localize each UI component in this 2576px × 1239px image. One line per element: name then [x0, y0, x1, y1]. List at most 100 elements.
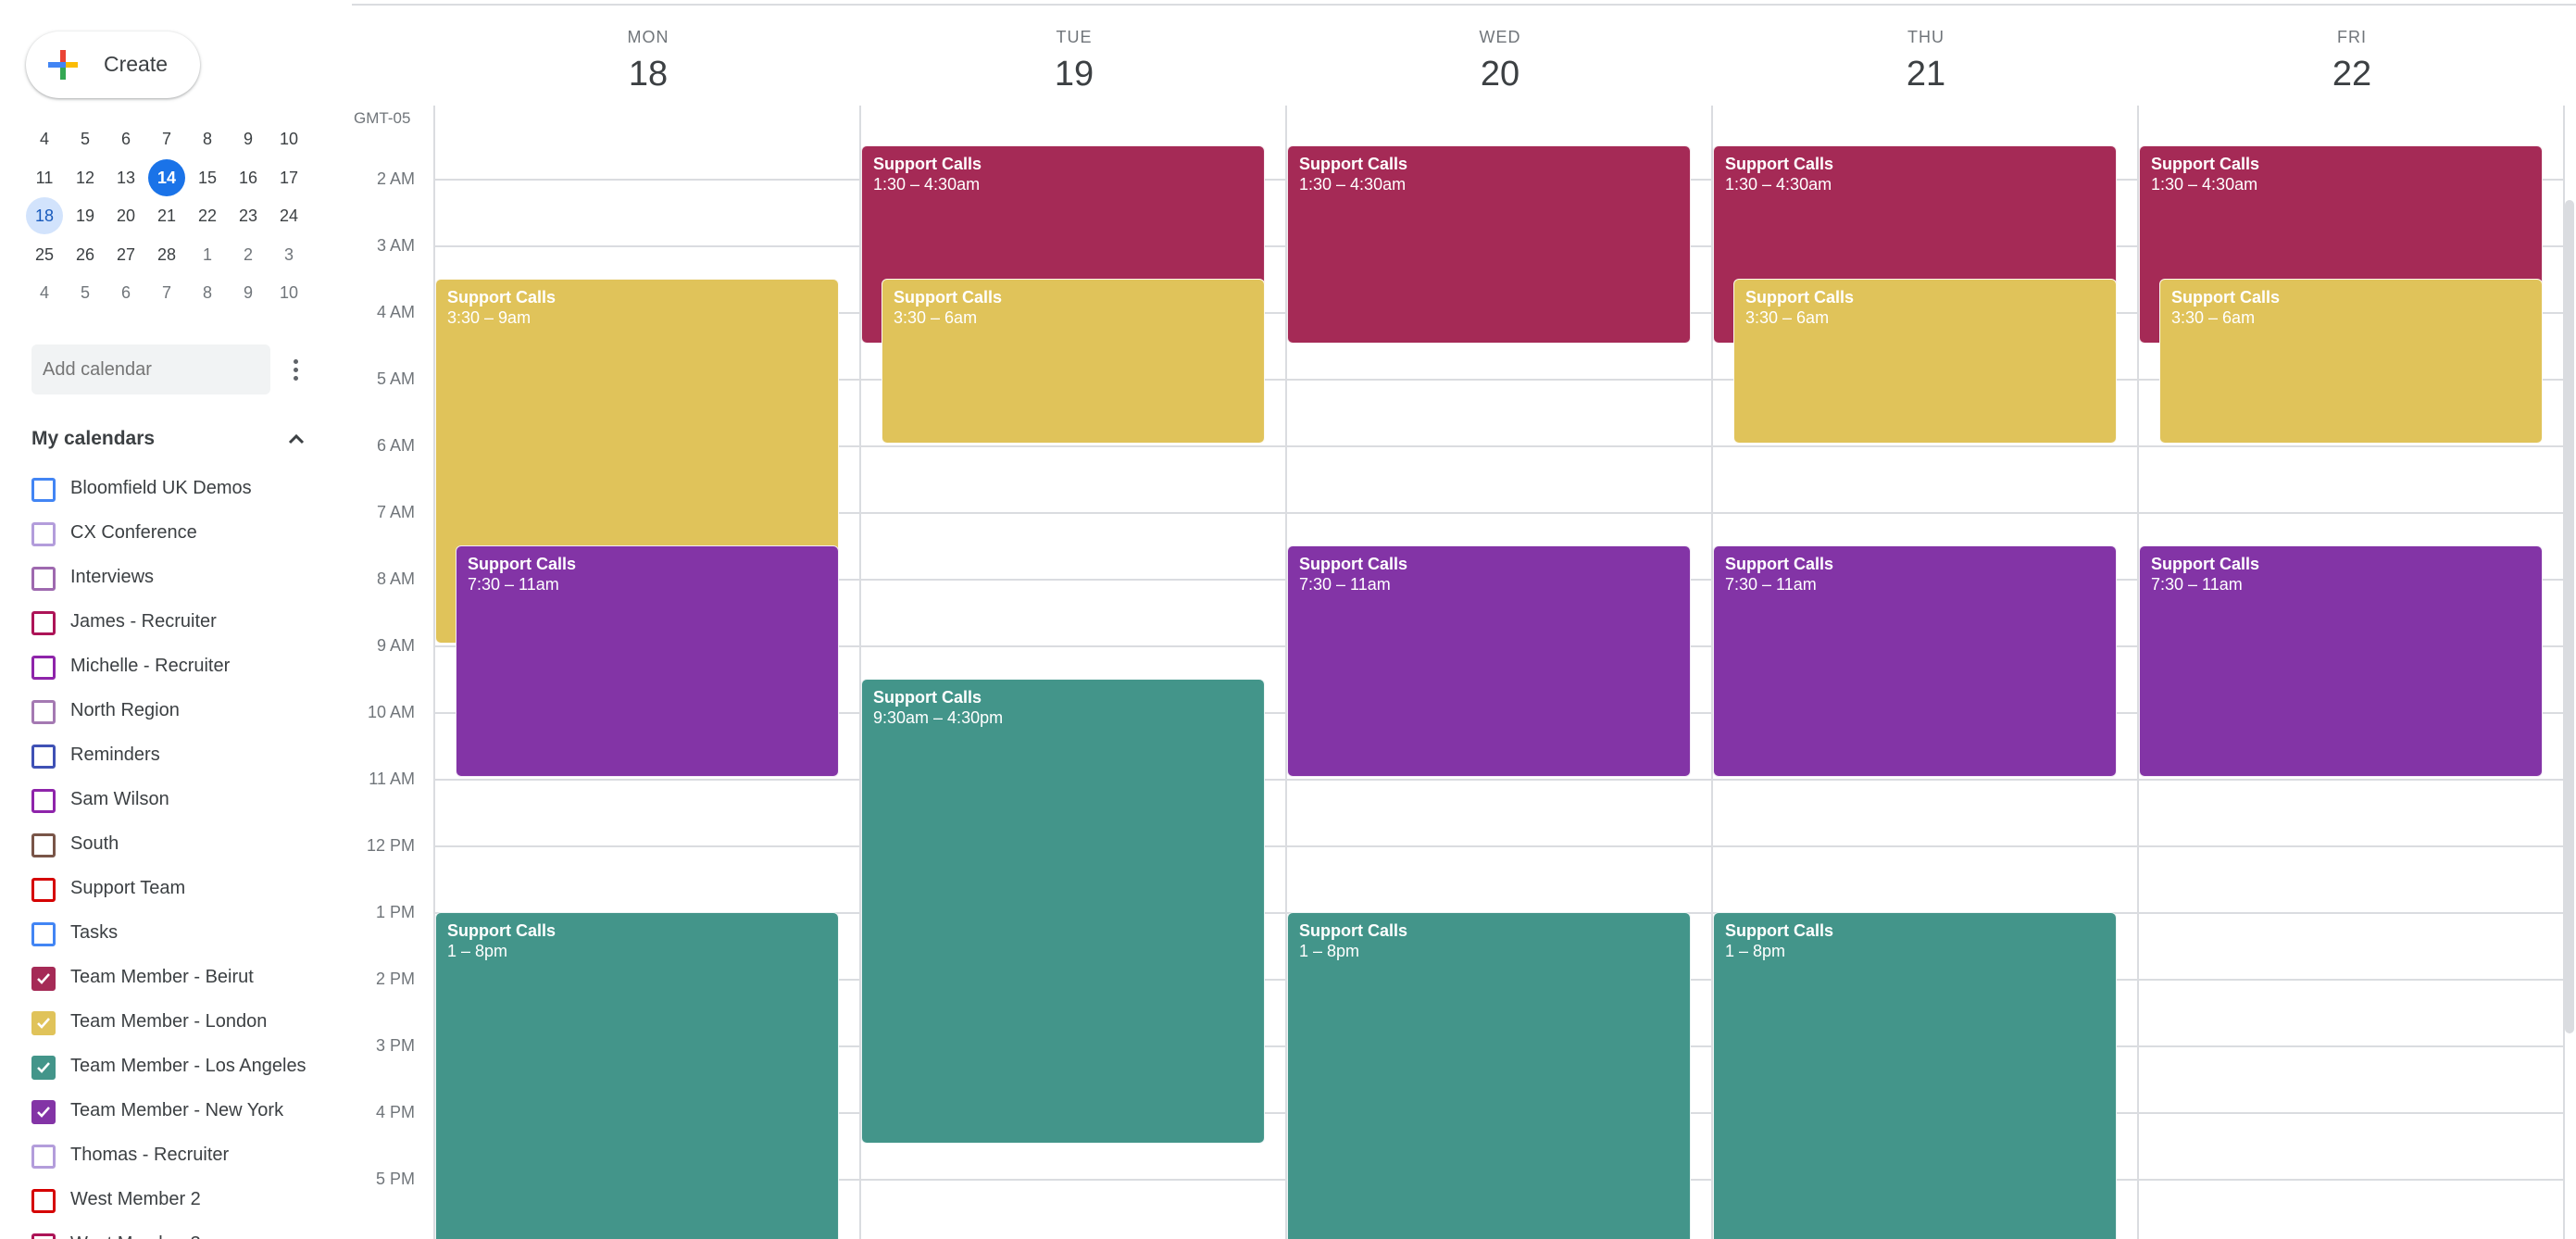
mini-calendar-day[interactable]: 20	[107, 197, 144, 234]
day-header[interactable]: TUE 19	[861, 28, 1287, 94]
checkbox-icon[interactable]	[31, 922, 56, 946]
calendar-item[interactable]: Team Member - Los Angeles	[31, 1046, 328, 1087]
mini-calendar-day[interactable]: 14	[148, 158, 185, 196]
mini-calendar-day[interactable]: 6	[107, 120, 144, 157]
scrollbar[interactable]	[2565, 200, 2574, 1033]
mini-calendar-day[interactable]: 5	[67, 120, 104, 157]
calendar-item[interactable]: West Member 3	[31, 1224, 328, 1239]
day-number-label[interactable]: 19	[861, 55, 1287, 94]
week-grid[interactable]: Support Calls 3:30 – 9am Support Calls 7:30…	[433, 106, 2565, 1239]
mini-calendar-day[interactable]: 19	[67, 197, 104, 234]
checkbox-checked-icon[interactable]	[31, 1011, 56, 1035]
calendar-event[interactable]: Support Calls 1 – 8pm	[1713, 912, 2117, 1239]
mini-calendar-day[interactable]: 2	[230, 236, 267, 273]
calendar-item[interactable]: Interviews	[31, 557, 328, 598]
calendar-item[interactable]: Sam Wilson	[31, 780, 328, 820]
calendar-item[interactable]: Reminders	[31, 735, 328, 776]
calendar-item[interactable]: Team Member - Beirut	[31, 957, 328, 998]
checkbox-icon[interactable]	[31, 478, 56, 502]
mini-calendar-day[interactable]: 27	[107, 236, 144, 273]
checkbox-icon[interactable]	[31, 611, 56, 635]
my-calendars-header[interactable]: My calendars	[31, 422, 309, 456]
checkbox-icon[interactable]	[31, 700, 56, 724]
mini-calendar-day[interactable]: 8	[189, 274, 226, 311]
calendar-event[interactable]: Support Calls 3:30 – 6am	[2159, 279, 2543, 444]
checkbox-checked-icon[interactable]	[31, 967, 56, 991]
calendar-event[interactable]: Support Calls 3:30 – 6am	[1733, 279, 2117, 444]
calendar-event[interactable]: Support Calls 7:30 – 11am	[456, 545, 839, 777]
calendar-item[interactable]: Michelle - Recruiter	[31, 646, 328, 687]
calendar-event[interactable]: Support Calls 1 – 8pm	[435, 912, 839, 1239]
day-number-label[interactable]: 21	[1713, 55, 2139, 94]
day-number-label[interactable]: 22	[2139, 55, 2565, 94]
mini-calendar-day[interactable]: 23	[230, 197, 267, 234]
calendar-event[interactable]: Support Calls 7:30 – 11am	[1287, 545, 1691, 777]
add-calendar-input[interactable]	[31, 344, 270, 394]
mini-calendar-day[interactable]: 9	[230, 120, 267, 157]
calendar-event[interactable]: Support Calls 7:30 – 11am	[2139, 545, 2543, 777]
calendar-item[interactable]: North Region	[31, 691, 328, 732]
calendar-item[interactable]: Team Member - New York	[31, 1091, 328, 1132]
mini-calendar-day[interactable]: 8	[189, 120, 226, 157]
day-header[interactable]: WED 20	[1287, 28, 1713, 94]
checkbox-icon[interactable]	[31, 789, 56, 813]
mini-calendar-day[interactable]: 16	[230, 159, 267, 196]
create-button[interactable]: Create	[26, 31, 200, 98]
more-options-icon[interactable]	[280, 348, 311, 391]
day-number-label[interactable]: 20	[1287, 55, 1713, 94]
checkbox-icon[interactable]	[31, 522, 56, 546]
calendar-item[interactable]: Bloomfield UK Demos	[31, 469, 328, 509]
mini-calendar-day[interactable]: 21	[148, 197, 185, 234]
day-number-label[interactable]: 18	[435, 55, 861, 94]
calendar-item[interactable]: Team Member - London	[31, 1002, 328, 1043]
calendar-event[interactable]: Support Calls 1 – 8pm	[1287, 912, 1691, 1239]
calendar-item[interactable]: Support Team	[31, 869, 328, 909]
mini-calendar-day[interactable]: 10	[270, 120, 307, 157]
mini-calendar-day[interactable]: 9	[230, 274, 267, 311]
mini-calendar-day[interactable]: 22	[189, 197, 226, 234]
calendar-item[interactable]: South	[31, 824, 328, 865]
calendar-item[interactable]: CX Conference	[31, 513, 328, 554]
checkbox-icon[interactable]	[31, 1233, 56, 1239]
mini-calendar-day[interactable]: 7	[148, 120, 185, 157]
mini-calendar-day[interactable]: 6	[107, 274, 144, 311]
mini-calendar-day[interactable]: 7	[148, 274, 185, 311]
checkbox-icon[interactable]	[31, 878, 56, 902]
checkbox-icon[interactable]	[31, 833, 56, 857]
mini-calendar-day[interactable]: 4	[26, 120, 63, 157]
mini-calendar-day[interactable]: 3	[270, 236, 307, 273]
chevron-up-icon[interactable]	[283, 426, 309, 452]
mini-calendar-day[interactable]: 5	[67, 274, 104, 311]
checkbox-checked-icon[interactable]	[31, 1056, 56, 1080]
mini-calendar-day[interactable]: 1	[189, 236, 226, 273]
mini-calendar-day[interactable]: 28	[148, 236, 185, 273]
mini-calendar-day[interactable]: 10	[270, 274, 307, 311]
day-header[interactable]: THU 21	[1713, 28, 2139, 94]
calendar-item[interactable]: West Member 2	[31, 1180, 328, 1220]
calendar-item[interactable]: Thomas - Recruiter	[31, 1135, 328, 1176]
mini-calendar-day[interactable]: 12	[67, 159, 104, 196]
mini-calendar-day[interactable]: 15	[189, 159, 226, 196]
calendar-event[interactable]: Support Calls 1:30 – 4:30am	[1287, 145, 1691, 344]
day-header[interactable]: FRI 22	[2139, 28, 2565, 94]
checkbox-icon[interactable]	[31, 745, 56, 769]
mini-calendar-day[interactable]: 4	[26, 274, 63, 311]
calendar-event[interactable]: Support Calls 9:30am – 4:30pm	[861, 679, 1265, 1144]
calendar-item[interactable]: Tasks	[31, 913, 328, 954]
day-header[interactable]: MON 18	[435, 28, 861, 94]
checkbox-icon[interactable]	[31, 1189, 56, 1213]
mini-calendar-day[interactable]: 25	[26, 236, 63, 273]
mini-calendar-day[interactable]: 17	[270, 159, 307, 196]
mini-calendar-day[interactable]: 24	[270, 197, 307, 234]
checkbox-icon[interactable]	[31, 1145, 56, 1169]
checkbox-icon[interactable]	[31, 656, 56, 680]
calendar-event[interactable]: Support Calls 7:30 – 11am	[1713, 545, 2117, 777]
calendar-event[interactable]: Support Calls 3:30 – 6am	[882, 279, 1265, 444]
calendar-item[interactable]: James - Recruiter	[31, 602, 328, 643]
mini-calendar-day[interactable]: 13	[107, 159, 144, 196]
mini-calendar-day[interactable]: 11	[26, 159, 63, 196]
checkbox-checked-icon[interactable]	[31, 1100, 56, 1124]
mini-calendar-day[interactable]: 26	[67, 236, 104, 273]
checkbox-icon[interactable]	[31, 567, 56, 591]
mini-calendar-day[interactable]: 18	[26, 197, 63, 234]
